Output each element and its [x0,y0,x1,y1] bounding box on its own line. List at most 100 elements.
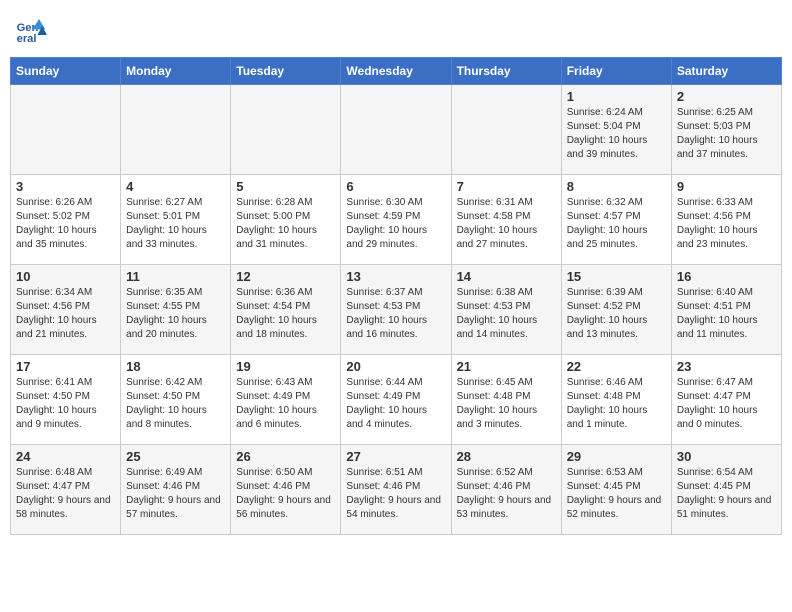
day-number: 15 [567,269,666,284]
day-number: 19 [236,359,335,374]
day-info: Sunrise: 6:28 AM Sunset: 5:00 PM Dayligh… [236,196,335,252]
day-number: 26 [236,449,335,464]
day-info: Sunrise: 6:50 AM Sunset: 4:46 PM Dayligh… [236,466,335,522]
calendar-cell: 19Sunrise: 6:43 AM Sunset: 4:49 PM Dayli… [231,355,341,445]
day-number: 4 [126,179,225,194]
weekday-header: Monday [121,58,231,85]
calendar-cell: 20 Sunrise: 6:44 AM Sunset: 4:49 PM Dayli… [341,355,451,445]
weekday-header: Friday [561,58,671,85]
calendar-week-row: 1 Sunrise: 6:24 AM Sunset: 5:04 PM Daylig… [11,85,782,175]
day-info: Sunrise: 6:35 AM Sunset: 4:55 PM Dayligh… [126,286,225,342]
logo: Gen eral [15,15,51,47]
calendar-cell: 8 Sunrise: 6:32 AM Sunset: 4:57 PM Daylig… [561,175,671,265]
calendar-cell: 14 Sunrise: 6:38 AM Sunset: 4:53 PM Dayli… [451,265,561,355]
day-number: 20 [346,359,445,374]
day-info: Sunrise: 6:30 AM Sunset: 4:59 PM Dayligh… [346,196,445,252]
calendar-cell: 28 Sunrise: 6:52 AM Sunset: 4:46 PM Dayli… [451,445,561,535]
calendar-cell: 2Sunrise: 6:25 AM Sunset: 5:03 PM Daylig… [671,85,781,175]
calendar-cell: 10 Sunrise: 6:34 AM Sunset: 4:56 PM Dayli… [11,265,121,355]
weekday-header: Tuesday [231,58,341,85]
weekday-header-row: SundayMondayTuesdayWednesdayThursdayFrid… [11,58,782,85]
calendar-cell: 24 Sunrise: 6:48 AM Sunset: 4:47 PM Dayli… [11,445,121,535]
calendar-cell: 26 Sunrise: 6:50 AM Sunset: 4:46 PM Dayli… [231,445,341,535]
day-number: 6 [346,179,445,194]
calendar-cell: 9 Sunrise: 6:33 AM Sunset: 4:56 PM Daylig… [671,175,781,265]
day-info: Sunrise: 6:36 AM Sunset: 4:54 PM Dayligh… [236,286,335,342]
day-info: Sunrise: 6:32 AM Sunset: 4:57 PM Dayligh… [567,196,666,252]
day-info: Sunrise: 6:48 AM Sunset: 4:47 PM Dayligh… [16,466,115,522]
day-number: 14 [457,269,556,284]
header: Gen eral [10,10,782,47]
day-info: Sunrise: 6:34 AM Sunset: 4:56 PM Dayligh… [16,286,115,342]
calendar-cell: 17 Sunrise: 6:41 AM Sunset: 4:50 PM Dayli… [11,355,121,445]
calendar-cell: 25 Sunrise: 6:49 AM Sunset: 4:46 PM Dayli… [121,445,231,535]
day-info: Sunrise: 6:41 AM Sunset: 4:50 PM Dayligh… [16,376,115,432]
day-info: Sunrise: 6:39 AM Sunset: 4:52 PM Dayligh… [567,286,666,342]
day-number: 17 [16,359,115,374]
day-info: Sunrise: 6:38 AM Sunset: 4:53 PM Dayligh… [457,286,556,342]
day-number: 1 [567,89,666,104]
day-number: 3 [16,179,115,194]
calendar-cell: 16 Sunrise: 6:40 AM Sunset: 4:51 PM Dayli… [671,265,781,355]
weekday-header: Wednesday [341,58,451,85]
day-info: Sunrise: 6:25 AM Sunset: 5:03 PM Dayligh… [677,106,776,162]
calendar-cell: 5Sunrise: 6:28 AM Sunset: 5:00 PM Daylig… [231,175,341,265]
day-number: 16 [677,269,776,284]
calendar-cell: 23Sunrise: 6:47 AM Sunset: 4:47 PM Dayli… [671,355,781,445]
calendar-cell: 30 Sunrise: 6:54 AM Sunset: 4:45 PM Dayli… [671,445,781,535]
calendar-cell: 22 Sunrise: 6:46 AM Sunset: 4:48 PM Dayli… [561,355,671,445]
calendar-table: SundayMondayTuesdayWednesdayThursdayFrid… [10,57,782,535]
day-info: Sunrise: 6:49 AM Sunset: 4:46 PM Dayligh… [126,466,225,522]
calendar-cell: 27Sunrise: 6:51 AM Sunset: 4:46 PM Dayli… [341,445,451,535]
day-number: 24 [16,449,115,464]
weekday-header: Saturday [671,58,781,85]
day-number: 22 [567,359,666,374]
day-info: Sunrise: 6:44 AM Sunset: 4:49 PM Dayligh… [346,376,445,432]
calendar-cell: 11 Sunrise: 6:35 AM Sunset: 4:55 PM Dayli… [121,265,231,355]
day-number: 30 [677,449,776,464]
calendar-week-row: 17 Sunrise: 6:41 AM Sunset: 4:50 PM Dayli… [11,355,782,445]
calendar-cell [341,85,451,175]
calendar-cell [11,85,121,175]
day-number: 7 [457,179,556,194]
day-number: 18 [126,359,225,374]
calendar-cell [231,85,341,175]
day-number: 8 [567,179,666,194]
day-number: 9 [677,179,776,194]
calendar-cell: 4 Sunrise: 6:27 AM Sunset: 5:01 PM Daylig… [121,175,231,265]
logo-icon: Gen eral [15,15,47,47]
svg-text:eral: eral [17,33,37,45]
day-info: Sunrise: 6:37 AM Sunset: 4:53 PM Dayligh… [346,286,445,342]
day-number: 25 [126,449,225,464]
calendar-cell: 18 Sunrise: 6:42 AM Sunset: 4:50 PM Dayli… [121,355,231,445]
calendar-week-row: 24 Sunrise: 6:48 AM Sunset: 4:47 PM Dayli… [11,445,782,535]
day-info: Sunrise: 6:52 AM Sunset: 4:46 PM Dayligh… [457,466,556,522]
calendar-cell: 21 Sunrise: 6:45 AM Sunset: 4:48 PM Dayli… [451,355,561,445]
calendar-cell: 12Sunrise: 6:36 AM Sunset: 4:54 PM Dayli… [231,265,341,355]
day-info: Sunrise: 6:40 AM Sunset: 4:51 PM Dayligh… [677,286,776,342]
day-number: 11 [126,269,225,284]
weekday-header: Thursday [451,58,561,85]
day-info: Sunrise: 6:46 AM Sunset: 4:48 PM Dayligh… [567,376,666,432]
day-number: 13 [346,269,445,284]
day-number: 29 [567,449,666,464]
weekday-header: Sunday [11,58,121,85]
calendar-cell [121,85,231,175]
day-info: Sunrise: 6:45 AM Sunset: 4:48 PM Dayligh… [457,376,556,432]
day-info: Sunrise: 6:54 AM Sunset: 4:45 PM Dayligh… [677,466,776,522]
calendar-cell: 6 Sunrise: 6:30 AM Sunset: 4:59 PM Daylig… [341,175,451,265]
day-info: Sunrise: 6:51 AM Sunset: 4:46 PM Dayligh… [346,466,445,522]
day-number: 10 [16,269,115,284]
day-info: Sunrise: 6:42 AM Sunset: 4:50 PM Dayligh… [126,376,225,432]
day-number: 23 [677,359,776,374]
calendar-cell: 1 Sunrise: 6:24 AM Sunset: 5:04 PM Daylig… [561,85,671,175]
day-info: Sunrise: 6:33 AM Sunset: 4:56 PM Dayligh… [677,196,776,252]
calendar-week-row: 3Sunrise: 6:26 AM Sunset: 5:02 PM Daylig… [11,175,782,265]
day-number: 21 [457,359,556,374]
day-info: Sunrise: 6:27 AM Sunset: 5:01 PM Dayligh… [126,196,225,252]
day-number: 28 [457,449,556,464]
day-info: Sunrise: 6:53 AM Sunset: 4:45 PM Dayligh… [567,466,666,522]
calendar-cell: 13 Sunrise: 6:37 AM Sunset: 4:53 PM Dayli… [341,265,451,355]
day-info: Sunrise: 6:24 AM Sunset: 5:04 PM Dayligh… [567,106,666,162]
day-info: Sunrise: 6:31 AM Sunset: 4:58 PM Dayligh… [457,196,556,252]
